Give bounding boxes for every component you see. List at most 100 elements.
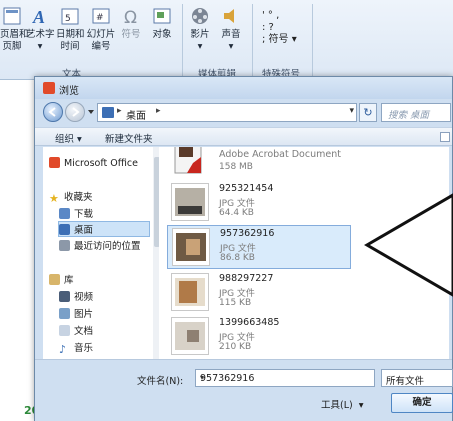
nav-item-pictures[interactable]: 图片 (59, 306, 93, 320)
file-size: 210 KB (219, 342, 252, 352)
file-name: 1399663485 (219, 317, 280, 328)
film-icon (190, 6, 210, 26)
header-footer-label: 页眉和 页脚 (0, 29, 29, 52)
recent-pages-dropdown-icon[interactable] (88, 109, 94, 115)
chevron-right-icon[interactable]: ▸ (156, 106, 161, 116)
file-item[interactable]: 1399663485 JPG 文件 210 KB (167, 315, 351, 359)
file-name: Adobe Acrobat Document (219, 149, 341, 160)
sound-icon (221, 6, 241, 26)
app-icon (43, 82, 55, 94)
datetime-button[interactable]: 5 日期和 时间 (56, 6, 85, 53)
file-name: 925321454 (219, 183, 274, 194)
special-symbols-panel[interactable]: ' ° , : ? ; 符号 ▾ (262, 10, 306, 46)
image-thumbnail (171, 273, 209, 311)
ribbon-divider (182, 4, 183, 76)
wordart-label: 艺术字 ▾ (26, 29, 55, 52)
wordart-button[interactable]: A 艺术字 ▾ (26, 6, 55, 53)
nav-label: 桌面 (74, 225, 94, 236)
symbol-button[interactable]: Ω 符号 (118, 6, 144, 41)
slide-number-button[interactable]: # 幻灯片 编号 (86, 6, 116, 53)
library-icon (49, 274, 60, 285)
filetype-select[interactable]: 所有文件 (381, 369, 453, 387)
slide-number-icon: # (91, 6, 111, 26)
nav-item-recent-places[interactable]: 最近访问的位置 (59, 238, 141, 252)
navigation-pane: Microsoft Office ★ 收藏夹 下载 桌面 最近访问的位置 库 视频… (43, 147, 161, 359)
image-thumbnail (171, 317, 209, 355)
nav-item-videos[interactable]: 视频 (59, 289, 93, 303)
search-placeholder: 搜索 桌面 (388, 110, 430, 121)
nav-item-libraries[interactable]: 库 (49, 272, 74, 286)
dialog-title: 浏览 (59, 86, 79, 97)
film-button[interactable]: 影片 ▾ (188, 6, 212, 53)
nav-label: Microsoft Office (64, 158, 138, 169)
chevron-right-icon[interactable]: ▸ (117, 106, 122, 116)
refresh-button[interactable]: ↻ (359, 103, 377, 122)
nav-label: 下载 (74, 209, 94, 220)
downloads-folder-icon (59, 208, 70, 219)
nav-label: 文档 (74, 326, 94, 337)
file-item-selected[interactable]: 957362916 JPG 文件 86.8 KB (167, 225, 351, 269)
refresh-icon: ↻ (363, 106, 373, 119)
tools-menu[interactable]: 工具(L) ▾ (321, 397, 364, 411)
ribbon-divider (312, 4, 313, 76)
address-dropdown-icon[interactable]: ▾ (349, 106, 354, 116)
desktop-icon (59, 224, 70, 235)
pictures-icon (59, 308, 70, 319)
file-size: 115 KB (219, 298, 252, 308)
back-button[interactable] (43, 102, 63, 122)
image-thumbnail (172, 228, 210, 266)
nav-label: 最近访问的位置 (74, 241, 141, 252)
video-icon (59, 291, 70, 302)
svg-text:5: 5 (65, 14, 71, 24)
datetime-icon: 5 (60, 6, 80, 26)
file-item[interactable]: 988297227 JPG 文件 115 KB (167, 271, 351, 315)
nav-item-documents[interactable]: 文档 (59, 323, 93, 337)
back-arrow-icon (48, 107, 56, 117)
desktop-folder-icon (102, 107, 114, 118)
organize-button[interactable]: 组织 ▾ (55, 131, 82, 145)
sound-button[interactable]: 声音 ▾ (218, 6, 244, 53)
object-icon (152, 6, 172, 26)
music-icon: ♪ (59, 343, 67, 356)
nav-label: 库 (64, 275, 74, 286)
dialog-toolbar: 组织 ▾ 新建文件夹 (35, 127, 452, 146)
recent-places-icon (59, 240, 70, 251)
address-row: ▸ 桌面 ▸ ▾ ↻ 搜索 桌面 (35, 99, 452, 127)
nav-item-microsoft-office[interactable]: Microsoft Office (49, 157, 138, 171)
object-button[interactable]: 对象 (148, 6, 176, 41)
new-folder-button[interactable]: 新建文件夹 (105, 131, 153, 145)
wordart-icon: A (30, 6, 50, 27)
nav-item-downloads[interactable]: 下载 (59, 206, 93, 220)
nav-item-desktop[interactable]: 桌面 (58, 221, 150, 237)
symbol-label: 符号 (121, 29, 141, 40)
file-size: 86.8 KB (220, 253, 255, 263)
image-thumbnail (171, 183, 209, 221)
chevron-down-icon[interactable]: ▾ (200, 373, 371, 382)
file-size: 158 MB (219, 162, 253, 172)
office-icon (49, 157, 60, 168)
filename-input[interactable]: 957362916 ▾ (195, 369, 375, 387)
ribbon: 页眉和 页脚 A 艺术字 ▾ 5 日期和 时间 # 幻灯片 编号 Ω 符号 对象… (0, 0, 453, 80)
nav-label: 图片 (74, 309, 94, 320)
file-item[interactable]: 925321454 JPG 文件 64.4 KB (167, 181, 351, 225)
nav-item-music[interactable]: ♪ 音乐 (59, 340, 93, 356)
nav-label: 收藏夹 (64, 192, 93, 203)
confirm-button[interactable]: 确定 (391, 393, 453, 413)
dialog-titlebar: 浏览 (35, 77, 452, 99)
view-options-icon[interactable] (440, 132, 450, 142)
address-bar[interactable]: ▸ 桌面 ▸ ▾ (97, 103, 357, 122)
header-footer-button[interactable]: 页眉和 页脚 (0, 6, 29, 53)
slide-number-label: 幻灯片 编号 (86, 29, 116, 52)
filename-label: 文件名(N): (137, 376, 184, 387)
forward-button[interactable] (65, 102, 85, 122)
film-label: 影片 ▾ (190, 29, 210, 52)
star-icon: ★ (49, 192, 59, 205)
search-input[interactable]: 搜索 桌面 (381, 103, 451, 122)
arrow-shape (364, 193, 453, 297)
ribbon-divider (252, 4, 253, 76)
file-name: 957362916 (220, 228, 275, 239)
object-label: 对象 (152, 29, 172, 40)
nav-item-favorites[interactable]: ★ 收藏夹 (49, 189, 93, 205)
breadcrumb-desktop[interactable]: 桌面 (126, 107, 146, 122)
file-item[interactable]: Adobe Acrobat Document 158 MB (167, 147, 351, 179)
